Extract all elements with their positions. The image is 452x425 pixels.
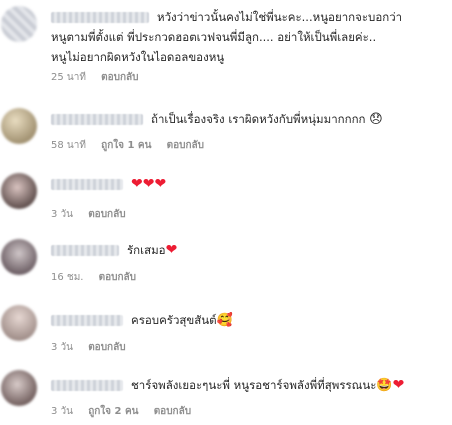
username-blurred[interactable] (51, 12, 149, 23)
avatar[interactable] (1, 6, 37, 42)
avatar[interactable] (1, 173, 37, 209)
reply-button[interactable]: ตอบกลับ (101, 72, 138, 83)
star-struck-icon: 🤩 (376, 378, 393, 393)
comment-text: ถ้าเป็นเรื่องจริง เราผิดหวังกับพี่หนุ่มม… (151, 112, 366, 126)
username-blurred[interactable] (51, 380, 123, 391)
comment-text: หวังว่าข่าวนั้นคงไม่ใช่พี่นะคะ...หนูอยาก… (157, 10, 403, 24)
timestamp[interactable]: 3 วัน (51, 209, 73, 220)
comment-meta: 3 วัน ตอบกลับ (51, 207, 138, 222)
avatar[interactable] (1, 370, 37, 406)
timestamp[interactable]: 3 วัน (51, 406, 73, 417)
smiling-face-hearts-emoji-icon: 🥰 (216, 313, 233, 328)
timestamp[interactable]: 3 วัน (51, 342, 73, 353)
comment-line: ชาร์จพลังเยอะๆนะพี่ หนูรอชาร์จพลังพี่ที่… (51, 376, 444, 395)
comment-meta: 3 วัน ถูกใจ 2 คน ตอบกลับ (51, 404, 203, 419)
avatar[interactable] (1, 305, 37, 341)
comment-meta: 58 นาที ถูกใจ 1 คน ตอบกลับ (51, 138, 216, 153)
reply-button[interactable]: ตอบกลับ (167, 140, 204, 151)
timestamp[interactable]: 58 นาที (51, 140, 86, 151)
comment-line: ครอบครัวสุขสันต์🥰 (51, 311, 444, 330)
username-blurred[interactable] (51, 245, 119, 256)
avatar[interactable] (1, 108, 37, 144)
comment-text: ชาร์จพลังเยอะๆนะพี่ หนูรอชาร์จพลังพี่ที่… (131, 378, 377, 392)
comment-line: ถ้าเป็นเรื่องจริง เราผิดหวังกับพี่หนุ่มม… (51, 110, 444, 129)
comment-line: หวังว่าข่าวนั้นคงไม่ใช่พี่นะคะ...หนูอยาก… (51, 8, 444, 26)
username-blurred[interactable] (51, 315, 123, 326)
heart-icon: ❤ (165, 242, 178, 258)
reply-button[interactable]: ตอบกลับ (88, 342, 125, 353)
heart-icon: ❤ (392, 377, 405, 393)
like-count[interactable]: ถูกใจ 2 คน (88, 406, 138, 417)
username-blurred[interactable] (51, 179, 123, 190)
reply-button[interactable]: ตอบกลับ (154, 406, 191, 417)
comment-text: หนูตามพี่ตั้งแต่ พี่ประกวดฮอตเวฟจนพี่มีล… (51, 30, 377, 44)
username-blurred[interactable] (51, 114, 143, 125)
reply-button[interactable]: ตอบกลับ (88, 209, 125, 220)
sad-face-emoji-icon: 😞 (369, 112, 383, 127)
heart-icon: ❤❤❤ (131, 176, 167, 192)
comment-list: หวังว่าข่าวนั้นคงไม่ใช่พี่นะคะ...หนูอยาก… (0, 0, 452, 425)
comment-text: หนูไม่อยากผิดหวังในไอดอลของหนู (51, 50, 225, 64)
timestamp[interactable]: 25 นาที (51, 72, 86, 83)
timestamp[interactable]: 16 ชม. (51, 272, 83, 283)
comment-meta: 25 นาที ตอบกลับ (51, 70, 151, 85)
comment-text: รักเสมอ (127, 243, 166, 257)
like-count[interactable]: ถูกใจ 1 คน (101, 140, 151, 151)
star-struck-emoji-icon: 🤩❤ (376, 377, 405, 393)
comment-meta: 3 วัน ตอบกลับ (51, 340, 138, 355)
comment-line: ❤❤❤ (51, 175, 444, 193)
reply-button[interactable]: ตอบกลับ (99, 272, 136, 283)
comment-meta: 16 ชม. ตอบกลับ (51, 270, 148, 285)
comment-line: รักเสมอ❤ (51, 241, 444, 259)
comment-text: ครอบครัวสุขสันต์ (131, 313, 217, 327)
avatar[interactable] (1, 239, 37, 275)
